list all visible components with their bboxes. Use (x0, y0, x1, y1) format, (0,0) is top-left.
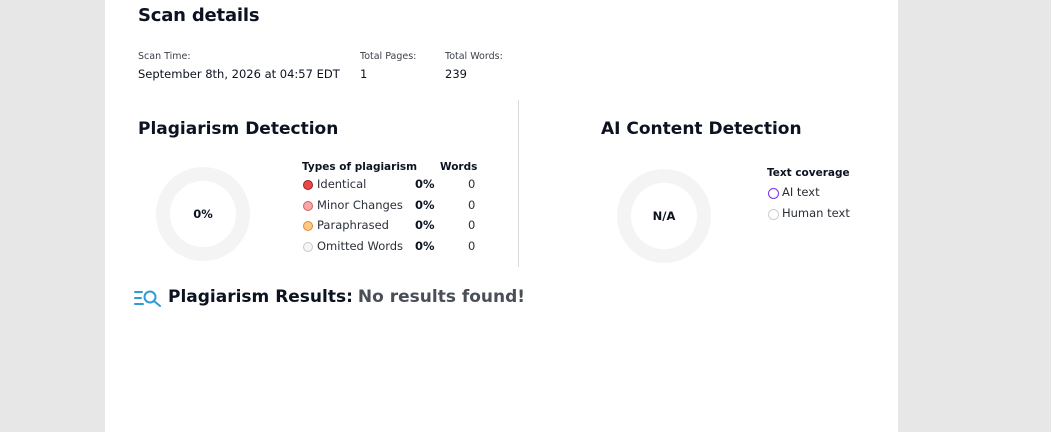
coverage-item: AI text (767, 185, 850, 206)
type-percent: 0% (415, 218, 435, 232)
ai-donut-value: N/A (652, 209, 676, 223)
ai-detection-title: AI Content Detection (601, 119, 802, 139)
plagiarism-types-table: Types of plagiarism Words Identical 0% 0 Mi… (302, 161, 477, 260)
search-results-icon (134, 290, 161, 307)
type-word-count: 0 (468, 218, 476, 232)
results-status: No results found! (357, 287, 526, 307)
types-header: Types of plagiarism (302, 161, 418, 173)
total-pages-value: 1 (360, 67, 368, 81)
ai-donut: N/A (617, 169, 711, 263)
legend-ring-icon (768, 188, 779, 199)
plagiarism-donut: 0% (156, 167, 250, 261)
scan-time-value: September 8th, 2026 at 04:57 EDT (138, 67, 340, 81)
type-name: Identical (317, 177, 367, 191)
legend-ring-icon (768, 209, 779, 220)
type-name: Paraphrased (317, 218, 389, 232)
legend-dot-icon (303, 241, 313, 252)
type-percent: 0% (415, 177, 435, 191)
text-coverage-header: Text coverage (767, 167, 850, 179)
total-words-label: Total Words: (445, 51, 503, 62)
type-name: Minor Changes (317, 197, 403, 212)
type-percent: 0% (415, 238, 435, 253)
total-words-value: 239 (445, 67, 467, 81)
text-coverage-legend: Text coverage AI text Human text (767, 167, 850, 227)
plagiarism-type-row: Paraphrased 0% 0 (302, 218, 475, 239)
type-word-count: 0 (468, 238, 476, 253)
legend-dot-icon (303, 200, 313, 211)
type-name: Omitted Words (317, 238, 404, 253)
plagiarism-type-row: Identical 0% 0 (302, 177, 475, 198)
plagiarism-donut-value: 0% (193, 207, 213, 221)
coverage-item-label: AI text (782, 185, 820, 199)
plagiarism-type-row: Minor Changes 0% 0 (302, 197, 475, 219)
total-pages: Total Pages: 1 (360, 51, 416, 81)
words-header: Words (440, 161, 478, 173)
plagiarism-type-row: Omitted Words 0% 0 (302, 238, 475, 260)
scan-time-label: Scan Time: (138, 51, 191, 62)
total-pages-label: Total Pages: (360, 51, 417, 62)
plagiarism-table-header: Types of plagiarism Words (302, 161, 477, 177)
coverage-item-label: Human text (782, 206, 850, 220)
type-word-count: 0 (468, 197, 476, 212)
scan-details-title: Scan details (138, 5, 260, 26)
type-word-count: 0 (468, 177, 476, 191)
total-words: Total Words: 239 (445, 51, 503, 81)
plagiarism-results: Plagiarism Results: No results found! (134, 287, 525, 307)
report-page: Scan details Scan Time: September 8th, 2… (105, 0, 898, 432)
section-divider (518, 100, 519, 267)
type-percent: 0% (415, 197, 435, 212)
plagiarism-detection-title: Plagiarism Detection (138, 119, 339, 139)
coverage-item: Human text (767, 206, 850, 227)
legend-dot-icon (303, 180, 313, 190)
scan-time: Scan Time: September 8th, 2026 at 04:57 … (138, 51, 340, 81)
results-label: Plagiarism Results: (168, 287, 353, 307)
legend-dot-icon (303, 221, 313, 231)
